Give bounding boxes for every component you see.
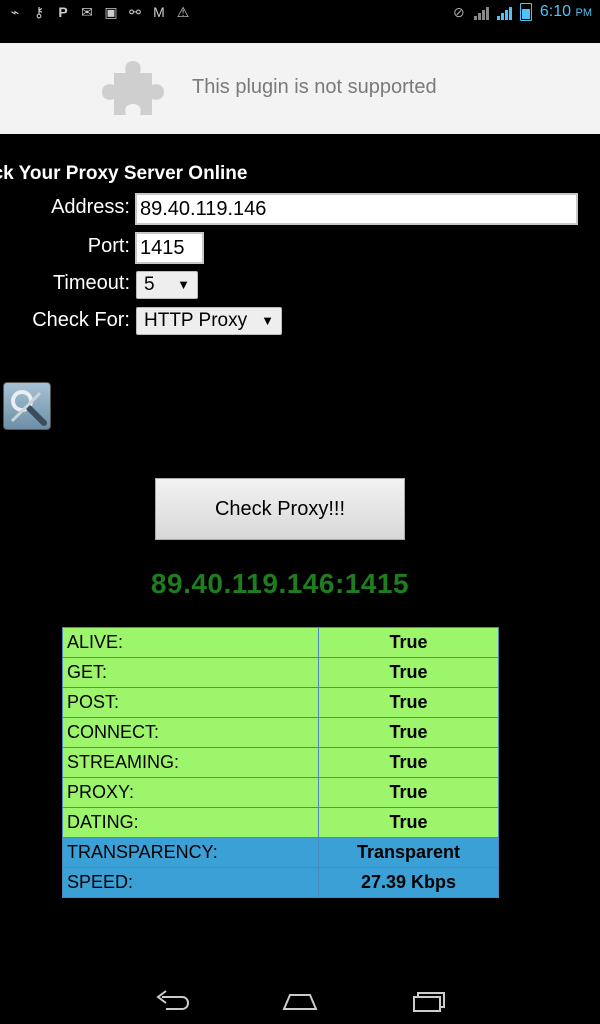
signal-bars-icon [473,4,489,20]
result-value: 27.39 Kbps [318,867,499,898]
table-row: CONNECT: True [62,717,499,748]
result-key: SPEED: [62,867,319,898]
check-for-label: Check For: [32,309,130,331]
clock: 6:10 PM [539,3,592,20]
table-row: GET: True [62,657,499,688]
recent-apps-icon[interactable] [408,985,448,1015]
result-key: TRANSPARENCY: [62,837,319,868]
result-value: True [318,687,499,718]
timeout-label: Timeout: [52,272,130,294]
result-key: GET: [62,657,319,688]
port-label: Port: [87,235,130,257]
notification-icons: ⌁ ⚷ P ✉ ▣ ⚯ M ⚠ [8,4,190,20]
dropdown-arrow-icon: ▼ [177,277,190,292]
key-icon: ⚷ [33,4,45,20]
port-input[interactable]: 1415 [135,232,204,264]
warning-icon: ⚠ [176,4,190,20]
results-table: ALIVE: True GET: True POST: True CONNECT: True S… [62,627,499,898]
table-row: ALIVE: True [62,627,499,658]
table-row: POST: True [62,687,499,718]
result-value: True [318,747,499,778]
address-label: Address: [51,196,130,218]
table-row: DATING: True [62,807,499,838]
usb-icon: ⌁ [10,4,20,20]
table-row: SPEED: 27.39 Kbps [62,867,499,898]
table-row: PROXY: True [62,777,499,808]
result-key: ALIVE: [62,627,319,658]
result-value: True [318,777,499,808]
table-row: TRANSPARENCY: Transparent [62,837,499,868]
plugin-placeholder: This plugin is not supported [0,43,600,134]
mute-icon: ⊘ [453,4,465,20]
navigation-bar [0,975,600,1024]
result-value: True [318,657,499,688]
p-icon: P [58,4,68,20]
network-icon: ⚯ [129,4,141,20]
email-icon: M [153,4,165,20]
status-bar: ⌁ ⚷ P ✉ ▣ ⚯ M ⚠ ⊘ 6:10 PM [0,0,600,27]
address-input[interactable]: 89.40.119.146 [135,193,578,225]
result-value: Transparent [318,837,499,868]
image-icon: ▣ [104,4,118,20]
wifi-signal-icon [496,4,512,20]
page-heading: eck Your Proxy Server Online [0,163,248,184]
result-address: 89.40.119.146:1415 [150,568,410,599]
check-for-select[interactable]: HTTP Proxy ▼ [136,307,282,335]
back-icon[interactable] [152,985,192,1015]
tools-icon[interactable] [3,382,51,430]
result-key: POST: [62,687,319,718]
result-key: DATING: [62,807,319,838]
timeout-select[interactable]: 5 ▼ [136,271,198,299]
battery-icon [519,3,532,21]
result-value: True [318,627,499,658]
dropdown-arrow-icon: ▼ [261,313,274,328]
home-icon[interactable] [280,985,320,1015]
message-icon: ✉ [81,4,93,20]
result-value: True [318,807,499,838]
plugin-message: This plugin is not supported [192,76,437,98]
result-key: STREAMING: [62,747,319,778]
puzzle-piece-icon [102,61,164,115]
result-value: True [318,717,499,748]
system-icons: ⊘ 6:10 PM [452,3,592,21]
check-proxy-button[interactable]: Check Proxy!!! [155,478,405,540]
table-row: STREAMING: True [62,747,499,778]
result-key: CONNECT: [62,717,319,748]
result-key: PROXY: [62,777,319,808]
